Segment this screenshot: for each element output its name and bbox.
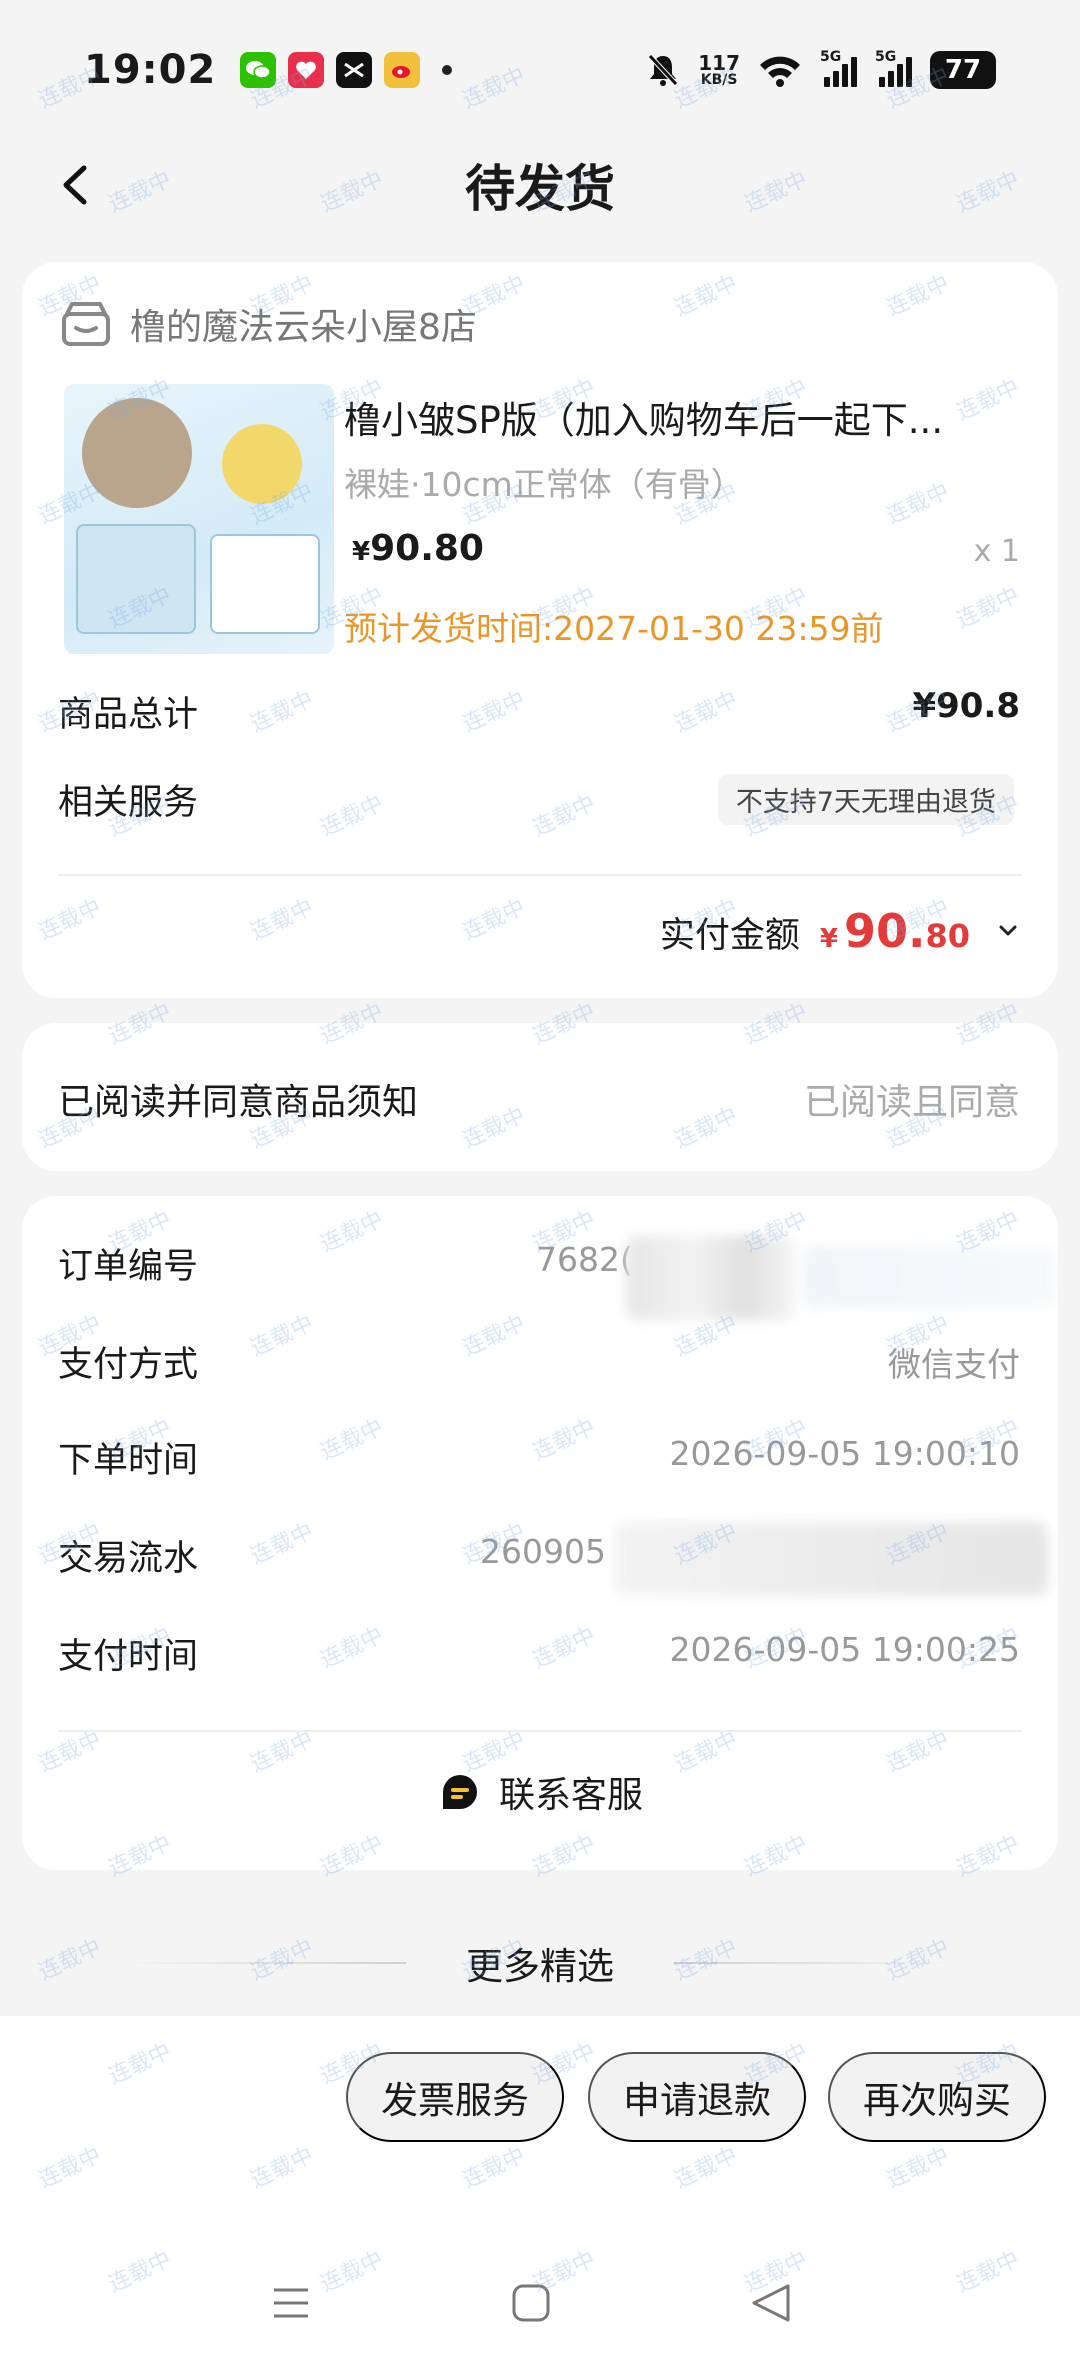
refund-button[interactable]: 申请退款 [588, 2052, 806, 2142]
price-value: 90.80 [370, 528, 484, 569]
divider [58, 874, 1022, 876]
chevron-down-icon[interactable] [996, 919, 1020, 943]
pay-time-value: 2026-09-05 19:00:25 [669, 1630, 1020, 1669]
wechat-icon [240, 52, 277, 88]
battery-icon: 77 [930, 51, 996, 89]
back-arrow-icon[interactable] [54, 162, 100, 208]
order-product-card: 橹的魔法云朵小屋8店 橹小皱SP版（加入购物车后一起下... 裸娃·10cm正常… [22, 262, 1058, 998]
agreement-label: 已阅读并同意商品须知 [58, 1082, 419, 1123]
total-label: 商品总计 [58, 695, 199, 735]
order-number-value[interactable]: 7682( [536, 1240, 633, 1279]
weibo-icon [384, 52, 421, 88]
status-time: 19:02 [84, 47, 217, 93]
notification-icons [240, 52, 453, 88]
contact-service-label: 联系客服 [498, 1775, 643, 1816]
page-title: 待发货 [465, 160, 615, 218]
shop-name: 橹的魔法云朵小屋8店 [130, 307, 477, 348]
more-picks-header: 更多精选 [0, 1936, 1080, 1990]
order-info-card: 订单编号 7682( 支付方式 微信支付 下单时间 2026-09-05 19:… [22, 1196, 1058, 1870]
product-price: ¥90.80 [352, 528, 484, 569]
product-thumbnail[interactable] [64, 384, 334, 654]
pay-method-value: 微信支付 [888, 1345, 1020, 1384]
shop-link[interactable]: 橹的魔法云朵小屋8店 [60, 298, 477, 350]
pay-time-label: 支付时间 [58, 1637, 199, 1677]
status-bar: 19:02 117 KB/S 5G 5G 77 [0, 0, 1080, 140]
net-speed-value: 117 [698, 51, 740, 75]
total-value: ¥90.8 [912, 686, 1020, 726]
red-app-icon [288, 52, 325, 88]
order-number-label: 订单编号 [58, 1247, 199, 1287]
agreement-card[interactable]: 已阅读并同意商品须知 已阅读且同意 [22, 1023, 1058, 1171]
product-spec: 裸娃·10cm正常体（有骨） [344, 465, 744, 504]
paid-symbol: ¥ [819, 924, 838, 954]
recent-apps-icon[interactable] [268, 2280, 314, 2326]
net-speed-unit: KB/S [700, 72, 738, 88]
home-icon[interactable] [508, 2280, 554, 2326]
contact-service-button[interactable]: 联系客服 [22, 1766, 1058, 1818]
redacted-area [802, 1246, 1058, 1308]
rebuy-button[interactable]: 再次购买 [828, 2052, 1046, 2142]
paid-dec: 80 [925, 917, 970, 955]
product-quantity: x 1 [973, 534, 1020, 569]
order-time-value: 2026-09-05 19:00:10 [669, 1434, 1020, 1473]
paid-amount-row[interactable]: 实付金额 ¥ 90. 80 [660, 904, 1020, 958]
back-triangle-icon[interactable] [748, 2280, 794, 2326]
system-nav-bar [0, 2268, 1080, 2338]
signal-icon: 5G [820, 49, 857, 87]
sim2-label: 5G [875, 49, 897, 65]
signal-icon-2: 5G [875, 49, 912, 87]
wifi-icon [760, 56, 800, 87]
paid-int: 90. [843, 904, 926, 958]
transaction-label: 交易流水 [58, 1539, 199, 1579]
agreement-status: 已阅读且同意 [803, 1082, 1020, 1123]
more-notifications-dot [442, 65, 453, 75]
pay-method-label: 支付方式 [58, 1345, 199, 1385]
shop-icon [62, 302, 110, 346]
product-title[interactable]: 橹小皱SP版（加入购物车后一起下... [344, 390, 1024, 444]
divider [126, 1962, 406, 1964]
invoice-button[interactable]: 发票服务 [346, 2052, 564, 2142]
sim1-label: 5G [820, 49, 842, 65]
divider [58, 1730, 1022, 1732]
paid-amount: ¥ 90. 80 [820, 904, 970, 958]
redacted-area [614, 1522, 1048, 1596]
status-indicators: 117 KB/S 5G 5G 77 [646, 49, 996, 89]
price-symbol: ¥ [352, 537, 371, 567]
mute-icon [648, 54, 679, 86]
service-label: 相关服务 [58, 783, 199, 823]
transaction-value[interactable]: 260905 [480, 1532, 606, 1571]
capcut-icon [336, 52, 373, 88]
divider [674, 1962, 954, 1964]
service-tag: 不支持7天无理由退货 [717, 774, 1014, 825]
paid-label: 实付金额 [659, 916, 800, 956]
redacted-area [626, 1236, 796, 1320]
order-time-label: 下单时间 [58, 1441, 199, 1481]
ship-time: 预计发货时间:2027-01-30 23:59前 [344, 609, 884, 648]
customer-service-icon [442, 1775, 477, 1809]
net-speed: 117 KB/S [698, 53, 740, 87]
nav-bar: 待发货 [0, 140, 1080, 230]
more-picks-label: 更多精选 [466, 1945, 614, 1988]
